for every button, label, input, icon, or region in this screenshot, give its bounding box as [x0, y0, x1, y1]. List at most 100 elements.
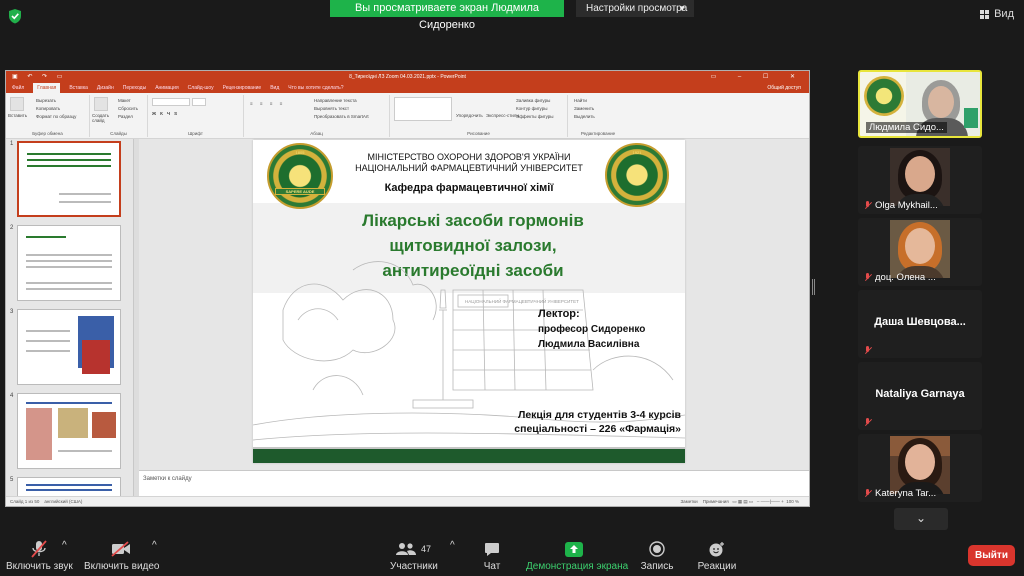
- shape-effects-button[interactable]: Эффекты фигуры: [516, 114, 554, 119]
- tab-review[interactable]: Рецензирование: [223, 85, 262, 91]
- participant-tile-speaker[interactable]: Людмила Сидо...: [858, 70, 982, 138]
- participant-tile[interactable]: Kateryna Tar...: [858, 434, 982, 502]
- participants-button[interactable]: 47 Участники: [390, 540, 438, 572]
- tab-design[interactable]: Дизайн: [97, 85, 114, 91]
- new-slide-button[interactable]: Создать слайд: [92, 113, 116, 123]
- chat-label: Чат: [483, 561, 501, 572]
- view-options-dropdown[interactable]: Настройки просмотра ▼: [576, 0, 694, 17]
- meeting-toolbar: Включить звук ^ Включить видео ^ 47 Учас…: [0, 536, 1024, 576]
- paste-icon[interactable]: [10, 97, 24, 111]
- tab-transitions[interactable]: Переходы: [123, 85, 146, 91]
- paste-label[interactable]: Вставить: [8, 113, 27, 118]
- share-button[interactable]: Общий доступ: [767, 85, 801, 91]
- slide-thumbnail[interactable]: [17, 393, 121, 469]
- font-format-buttons[interactable]: ЖКЧS: [152, 111, 181, 116]
- chat-button[interactable]: Чат: [478, 540, 506, 572]
- participant-tile[interactable]: Olga Mykhail...: [858, 146, 982, 214]
- copy-button[interactable]: Копировать: [36, 106, 60, 111]
- quick-styles-button[interactable]: Экспресс-стили: [486, 113, 519, 118]
- participant-name: доц. Олена ...: [875, 272, 936, 283]
- group-font: ЖКЧS Шрифт: [148, 95, 244, 137]
- audience-line1: Лекція для студентів 3-4 курсів: [517, 409, 681, 421]
- participant-name-large: Даша Шевцова...: [874, 316, 966, 328]
- participant-name: Kateryna Tar...: [875, 488, 937, 499]
- participant-tile[interactable]: Nataliya Garnaya: [858, 362, 982, 430]
- comments-toggle[interactable]: Примечания: [703, 499, 729, 504]
- slide-count: Слайд 1 из 50: [10, 499, 40, 504]
- leave-meeting-button[interactable]: Выйти: [968, 545, 1015, 566]
- cut-button[interactable]: Вырезать: [36, 98, 56, 103]
- participant-name-wrap: [864, 418, 872, 427]
- align-text-button[interactable]: Выровнять текст: [314, 106, 349, 111]
- tell-me-search[interactable]: Что вы хотите сделать?: [288, 85, 343, 91]
- reactions-button[interactable]: Реакции: [696, 540, 738, 572]
- layout-button[interactable]: Макет: [118, 98, 131, 103]
- share-screen-label: Демонстрация экрана: [526, 561, 629, 572]
- section-button[interactable]: Раздел: [118, 114, 133, 119]
- text-direction-button[interactable]: Направление текста: [314, 98, 357, 103]
- find-button[interactable]: Найти: [574, 98, 587, 103]
- zoom-level[interactable]: 100 %: [786, 499, 799, 504]
- group-label: Редактирование: [580, 131, 616, 136]
- panel-resize-handle[interactable]: [812, 279, 815, 295]
- paragraph-icons[interactable]: ≡ ≡ ≡ ≡: [250, 101, 285, 106]
- more-participants-button[interactable]: ⌄: [894, 508, 948, 530]
- slide-thumbnail[interactable]: [17, 141, 121, 217]
- shape-outline-button[interactable]: Контур фигуры: [516, 106, 547, 111]
- participant-name-wrap: Kateryna Tar...: [864, 488, 936, 499]
- university-logo: [864, 76, 904, 116]
- participant-name-large: Nataliya Garnaya: [875, 388, 965, 400]
- arrange-button[interactable]: Упорядочить: [456, 113, 483, 118]
- thumb-number: 4: [10, 393, 14, 399]
- participants-options-caret[interactable]: ^: [450, 540, 455, 551]
- format-painter-button[interactable]: Формат по образцу: [36, 114, 76, 119]
- notes-toggle[interactable]: Заметки: [680, 499, 697, 504]
- tab-file[interactable]: Файл: [12, 85, 24, 91]
- shapes-gallery[interactable]: [394, 97, 452, 121]
- unmute-label: Включить звук: [6, 561, 73, 572]
- new-slide-icon[interactable]: [94, 97, 108, 111]
- record-button[interactable]: Запись: [638, 540, 676, 572]
- shape-fill-button[interactable]: Заливка фигуры: [516, 98, 550, 103]
- tab-home[interactable]: Главная: [33, 83, 61, 93]
- slide-thumbnail[interactable]: [17, 477, 121, 496]
- language-status[interactable]: английский (США): [44, 499, 82, 504]
- video-options-caret[interactable]: ^: [152, 540, 157, 551]
- record-icon: [638, 540, 676, 558]
- ribbon-tabs: Файл Главная Вставка Дизайн Переходы Ани…: [6, 83, 809, 93]
- view-button[interactable]: Вид: [980, 8, 1014, 20]
- participants-icon: 47: [390, 540, 436, 558]
- font-size-select[interactable]: [192, 98, 206, 106]
- mic-muted-icon: [864, 201, 872, 210]
- audience-line2: спеціальності – 226 «Фармація»: [514, 423, 681, 435]
- tab-animation[interactable]: Анимация: [155, 85, 178, 91]
- window-controls[interactable]: ▭ – ☐ ✕: [711, 71, 805, 83]
- tab-slideshow[interactable]: Слайд-шоу: [188, 85, 214, 91]
- mic-muted-icon: [864, 346, 872, 355]
- participant-tile[interactable]: доц. Олена ...: [858, 218, 982, 286]
- font-family-select[interactable]: [152, 98, 190, 106]
- slide-thumbnail[interactable]: [17, 309, 121, 385]
- select-button[interactable]: Выделить: [574, 114, 595, 119]
- replace-button[interactable]: Заменить: [574, 106, 594, 111]
- group-label: Шрифт: [188, 131, 203, 136]
- thumb-number: 1: [10, 141, 14, 147]
- thumb-number: 3: [10, 309, 14, 315]
- slide-thumbnail[interactable]: [17, 225, 121, 301]
- reset-button[interactable]: Сбросить: [118, 106, 138, 111]
- participant-tile[interactable]: Даша Шевцова...: [858, 290, 982, 358]
- start-video-button[interactable]: Включить видео: [84, 540, 160, 572]
- audio-options-caret[interactable]: ^: [62, 540, 67, 551]
- grid-icon: [980, 9, 990, 19]
- smartart-button[interactable]: Преобразовать в SmartArt: [314, 114, 369, 119]
- quick-access-icons[interactable]: ▣ ↶ ↷ ▭: [12, 71, 66, 83]
- department-seal-right: 1921: [605, 143, 669, 207]
- lector-name-line1: професор Сидоренко: [538, 324, 646, 335]
- share-screen-button[interactable]: Демонстрация экрана: [526, 540, 629, 572]
- shield-icon[interactable]: [8, 8, 22, 24]
- tab-view[interactable]: Вид: [270, 85, 279, 91]
- notes-pane[interactable]: Заметки к слайду: [139, 470, 809, 496]
- participant-name: Людмила Сидо...: [866, 122, 947, 133]
- viewing-screen-banner: Вы просматриваете экран Людмила Сидоренк…: [330, 0, 564, 31]
- tab-insert[interactable]: Вставка: [69, 85, 88, 91]
